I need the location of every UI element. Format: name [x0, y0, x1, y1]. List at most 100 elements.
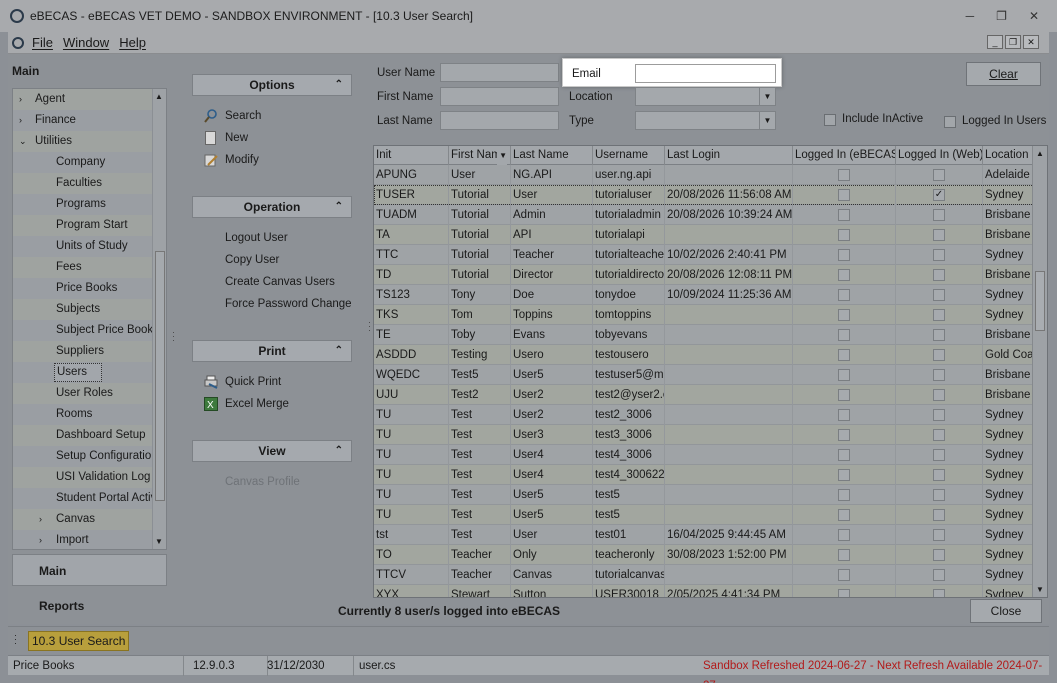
table-row[interactable]: tst Test User test01 16/04/2025 9:44:45 AM Sy…: [374, 525, 1034, 545]
checkbox[interactable]: [933, 249, 945, 261]
search-action[interactable]: Search: [225, 110, 261, 122]
checkbox[interactable]: [933, 209, 945, 221]
checkbox[interactable]: [933, 409, 945, 421]
nav-item-price-books[interactable]: Price Books: [13, 278, 166, 299]
scroll-up-icon[interactable]: ▲: [155, 92, 163, 101]
checkbox[interactable]: [838, 429, 850, 441]
create-canvas-users-action[interactable]: Create Canvas Users: [225, 276, 335, 288]
table-row[interactable]: TD Tutorial Director tutorialdirector 20/08/…: [374, 265, 1034, 285]
scroll-down-icon[interactable]: ▼: [155, 537, 163, 546]
scroll-down-icon[interactable]: ▼: [1036, 585, 1044, 594]
cell-ebecas[interactable]: [793, 285, 896, 305]
chevron-down-icon[interactable]: ▼: [759, 88, 775, 105]
force-password-change-action[interactable]: Force Password Change: [225, 298, 352, 310]
checkbox[interactable]: [838, 329, 850, 341]
tab-user-search[interactable]: 10.3 User Search: [28, 631, 130, 651]
nav-reports-button[interactable]: Reports: [39, 599, 84, 613]
operation-panel-header[interactable]: Operation ⌃: [192, 196, 352, 218]
nav-item-units-of-study[interactable]: Units of Study: [13, 236, 166, 257]
cell-ebecas[interactable]: [793, 405, 896, 425]
table-row[interactable]: TE Toby Evans tobyevans Brisbane: [374, 325, 1034, 345]
checkbox[interactable]: [933, 429, 945, 441]
table-row[interactable]: ASDDDTestingUserotestousero Gold Coast: [374, 345, 1034, 365]
menu-file[interactable]: File: [32, 35, 53, 50]
expander-icon[interactable]: ›: [39, 509, 42, 530]
checkbox[interactable]: [838, 469, 850, 481]
checkbox[interactable]: [933, 289, 945, 301]
cell-web[interactable]: [896, 385, 983, 405]
checkbox[interactable]: [838, 509, 850, 521]
nav-item-users[interactable]: Users≡: [13, 362, 166, 383]
column-header-ebecas[interactable]: Logged In (eBECAS): [793, 146, 896, 165]
checkbox[interactable]: [838, 549, 850, 561]
chevron-down-icon[interactable]: ▼: [759, 112, 775, 129]
cell-ebecas[interactable]: [793, 585, 896, 597]
nav-item-programs[interactable]: Programs: [13, 194, 166, 215]
nav-item-subjects[interactable]: Subjects: [13, 299, 166, 320]
cell-ebecas[interactable]: [793, 165, 896, 185]
mdi-restore-icon[interactable]: ❐: [1005, 35, 1021, 49]
table-row[interactable]: TU Test User4 test4_3006 Sydney: [374, 445, 1034, 465]
cell-web[interactable]: [896, 225, 983, 245]
nav-item-agent[interactable]: › Agent: [13, 89, 166, 110]
checkbox[interactable]: [838, 249, 850, 261]
checkbox[interactable]: [933, 349, 945, 361]
checkbox[interactable]: [838, 529, 850, 541]
restore-icon[interactable]: ❐: [996, 9, 1007, 23]
table-row[interactable]: TU Test User5 test5 Sydney: [374, 505, 1034, 525]
cell-web[interactable]: [896, 285, 983, 305]
column-header-loc[interactable]: Location: [983, 146, 1034, 165]
cell-ebecas[interactable]: [793, 565, 896, 585]
checkbox[interactable]: [838, 569, 850, 581]
quick-print-action[interactable]: Quick Print: [225, 376, 281, 388]
table-row[interactable]: TU Test User4 test4_300622 Sydney: [374, 465, 1034, 485]
cell-web[interactable]: [896, 265, 983, 285]
table-row[interactable]: XYX Stewart Sutton USER30018 2/05/2025 4:41:…: [374, 585, 1034, 597]
cell-ebecas[interactable]: [793, 525, 896, 545]
print-panel-header[interactable]: Print ⌃: [192, 340, 352, 362]
mdi-close-icon[interactable]: ✕: [1023, 35, 1039, 49]
checkbox[interactable]: [838, 369, 850, 381]
checkbox[interactable]: [933, 309, 945, 321]
minimize-icon[interactable]: ─: [966, 9, 975, 23]
checkbox[interactable]: [838, 589, 850, 597]
include-inactive-checkbox[interactable]: [824, 114, 836, 126]
cell-ebecas[interactable]: [793, 245, 896, 265]
options-panel-header[interactable]: Options ⌃: [192, 74, 352, 96]
checkbox[interactable]: [838, 229, 850, 241]
cell-ebecas[interactable]: [793, 445, 896, 465]
grid-scrollbar[interactable]: ▲ ▼: [1032, 146, 1047, 597]
cell-web[interactable]: [896, 445, 983, 465]
cell-web[interactable]: [896, 425, 983, 445]
cell-web[interactable]: [896, 525, 983, 545]
checkbox[interactable]: [933, 169, 945, 181]
checkbox[interactable]: [933, 469, 945, 481]
checkbox[interactable]: [933, 229, 945, 241]
cell-web[interactable]: [896, 585, 983, 597]
table-row[interactable]: TU Test User5 test5 Sydney: [374, 485, 1034, 505]
cell-ebecas[interactable]: [793, 205, 896, 225]
cell-ebecas[interactable]: [793, 545, 896, 565]
nav-item-faculties[interactable]: Faculties: [13, 173, 166, 194]
cell-web[interactable]: [896, 165, 983, 185]
nav-scrollbar[interactable]: ▲ ▼: [152, 89, 166, 549]
cell-web[interactable]: [896, 245, 983, 265]
cell-ebecas[interactable]: [793, 225, 896, 245]
checkbox[interactable]: [838, 169, 850, 181]
nav-item-import[interactable]: › Import: [13, 530, 166, 549]
menu-window[interactable]: Window: [63, 35, 109, 50]
grid-scroll-thumb[interactable]: [1035, 271, 1045, 331]
nav-item-program-start[interactable]: Program Start: [13, 215, 166, 236]
column-header-init[interactable]: Init: [374, 146, 449, 165]
nav-item-dashboard-setup[interactable]: Dashboard Setup: [13, 425, 166, 446]
clear-button[interactable]: Clear: [966, 62, 1041, 86]
mdi-minimize-icon[interactable]: _: [987, 35, 1003, 49]
cell-web[interactable]: [896, 485, 983, 505]
cell-web[interactable]: [896, 565, 983, 585]
nav-item-company[interactable]: Company: [13, 152, 166, 173]
new-action[interactable]: New: [225, 132, 248, 144]
table-row[interactable]: TU Test User2 test2_3006 Sydney: [374, 405, 1034, 425]
checkbox[interactable]: [838, 309, 850, 321]
checkbox[interactable]: [838, 389, 850, 401]
checkbox[interactable]: [933, 569, 945, 581]
